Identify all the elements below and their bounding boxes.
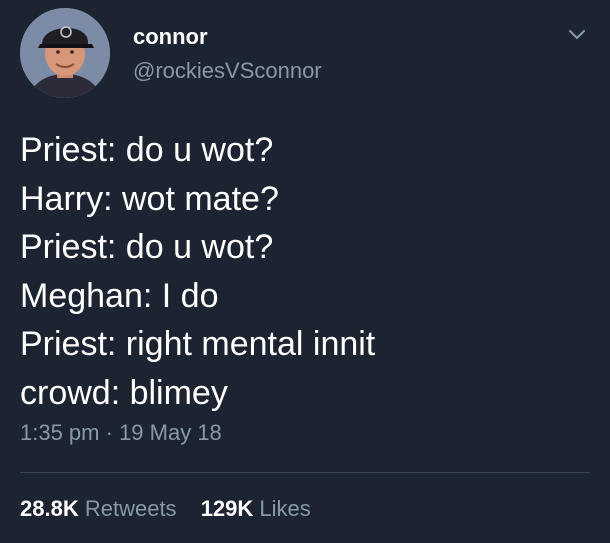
tweet-line: Priest: right mental innit bbox=[20, 325, 376, 363]
tweet-line: Priest: do u wot? bbox=[20, 228, 274, 266]
tweet-line: crowd: blimey bbox=[20, 373, 228, 412]
likes-count: 129K bbox=[200, 496, 254, 521]
profile-photo-icon[interactable] bbox=[20, 8, 110, 98]
likes-stat[interactable]: 129K Likes bbox=[201, 496, 311, 521]
tweet-line: Meghan: I do bbox=[20, 276, 219, 315]
timestamp-separator: · bbox=[99, 420, 120, 445]
retweets-count: 28.8K bbox=[20, 496, 79, 521]
tweet-card: connor @rockiesVSconnor Priest: do u wot… bbox=[0, 0, 610, 543]
tweet-timestamp[interactable]: 1:35 pm · 19 May 18 bbox=[20, 420, 222, 446]
likes-label: Likes bbox=[259, 496, 311, 521]
tweet-line: Priest: do u wot? bbox=[20, 131, 274, 169]
tweet-text: Priest: do u wot? Harry: wot mate? Pries… bbox=[20, 126, 590, 417]
divider bbox=[20, 472, 590, 473]
retweets-stat[interactable]: 28.8K Retweets bbox=[20, 496, 177, 521]
tweet-time: 1:35 pm bbox=[20, 420, 100, 445]
chevron-down-icon[interactable] bbox=[566, 24, 588, 46]
user-handle[interactable]: @rockiesVSconnor bbox=[133, 58, 322, 84]
tweet-line: Harry: wot mate? bbox=[20, 179, 279, 218]
display-name[interactable]: connor bbox=[133, 24, 208, 50]
tweet-date: 19 May 18 bbox=[119, 420, 222, 445]
retweets-label: Retweets bbox=[84, 496, 177, 521]
tweet-stats: 28.8K Retweets 129K Likes bbox=[20, 496, 311, 522]
